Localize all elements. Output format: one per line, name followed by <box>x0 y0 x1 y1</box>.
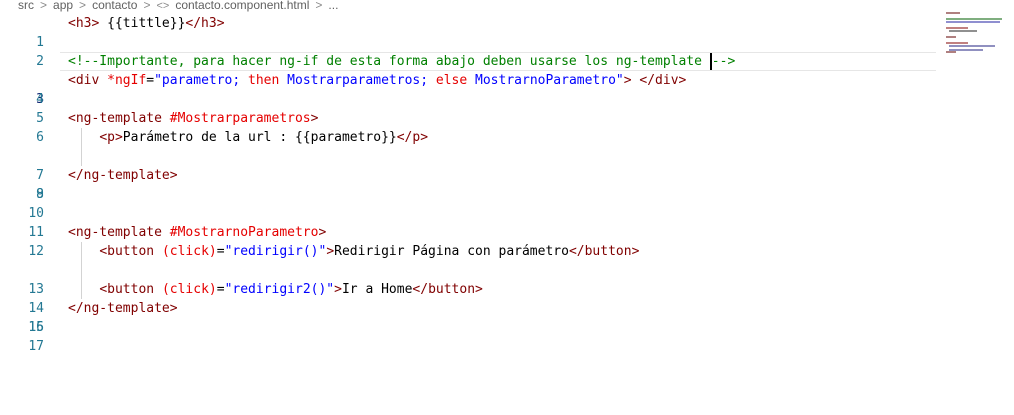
indent-guide <box>81 147 82 166</box>
code-line[interactable]: 17 <box>0 318 1014 354</box>
minimap-line <box>946 51 956 53</box>
code-line[interactable]: 9 </ng-template> <box>0 166 1014 202</box>
code-line[interactable]: 13 <button (click)="redirigir()">Redirig… <box>0 242 1014 297</box>
html-file-icon: <> <box>156 0 170 12</box>
code-text: <!--Importante, para hacer ng-if de esta… <box>68 53 736 70</box>
code-text: </ng-template> <box>68 301 178 316</box>
code-line[interactable]: 2 <box>0 33 1014 69</box>
minimap-line <box>946 27 968 29</box>
line-number: 17 <box>28 339 44 354</box>
code-line[interactable]: 6 <ng-template #Mostrarparametros> <box>0 109 1014 145</box>
indent-guide <box>81 261 82 280</box>
code-line[interactable]: 11 <box>0 204 1014 240</box>
code-line-active[interactable]: 3 <!--Importante, para hacer ng-if de es… <box>0 52 1014 107</box>
code-line[interactable]: 12 <ng-template #MostrarnoParametro> <box>0 223 1014 259</box>
code-text: </ng-template> <box>68 168 178 183</box>
chevron-right-icon: > <box>40 0 48 12</box>
code-text: <ng-template #Mostrarparametros> <box>68 111 319 126</box>
code-line[interactable]: 5 <box>0 90 1014 126</box>
code-line[interactable]: 4 <div *ngIf="parametro; then Mostrarpar… <box>0 71 1014 107</box>
code-text: <ng-template #MostrarnoParametro> <box>68 225 327 240</box>
chevron-right-icon: > <box>143 0 151 12</box>
minimap[interactable] <box>944 12 1004 53</box>
minimap-line <box>946 42 968 44</box>
code-line[interactable]: 14 <box>0 261 1014 316</box>
chevron-right-icon: > <box>79 0 87 12</box>
code-text: <button (click)="redirigir2()">Ir a Home… <box>99 282 483 297</box>
code-text: <h3> {{tittle}}</h3> <box>68 16 225 31</box>
breadcrumb-item-contacto[interactable]: contacto <box>92 0 137 11</box>
breadcrumb-item-src[interactable]: src <box>18 0 34 11</box>
code-line[interactable]: 15 <button (click)="redirigir2()">Ir a H… <box>0 280 1014 335</box>
code-line[interactable]: 7 <p>Parámetro de la url : {{parametro}}… <box>0 128 1014 183</box>
code-line[interactable]: 8 <box>0 147 1014 202</box>
breadcrumb-item-app[interactable]: app <box>53 0 73 11</box>
minimap-line <box>949 30 977 32</box>
code-text: <button (click)="redirigir()">Redirigir … <box>99 244 640 259</box>
breadcrumb-item-file[interactable]: contacto.component.html <box>175 0 309 11</box>
minimap-line <box>946 12 960 14</box>
code-editor[interactable]: 1 <h3> {{tittle}}</h3> 2 3 <!--Important… <box>0 14 1014 415</box>
code-line[interactable]: 10 <box>0 185 1014 221</box>
minimap-line <box>946 36 956 38</box>
minimap-line <box>946 21 1000 23</box>
code-line[interactable]: 16 </ng-template> <box>0 299 1014 335</box>
minimap-line <box>949 45 995 47</box>
code-text: <div *ngIf="parametro; then Mostrarparam… <box>68 73 687 88</box>
code-line[interactable]: 1 <h3> {{tittle}}</h3> <box>0 14 1014 50</box>
chevron-right-icon: > <box>315 0 323 12</box>
breadcrumb-item-more[interactable]: ... <box>328 0 338 11</box>
minimap-line <box>946 18 1002 20</box>
code-text: <p>Parámetro de la url : {{parametro}}</… <box>99 130 429 145</box>
breadcrumb: src > app > contacto > <> contacto.component.ht… <box>0 0 1014 13</box>
